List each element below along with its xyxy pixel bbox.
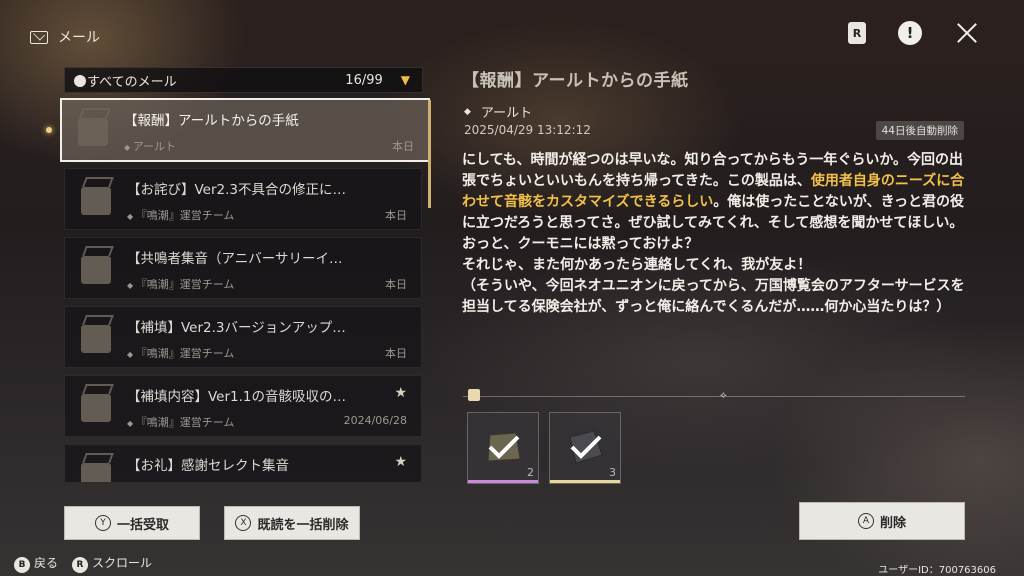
chevron-down-icon: ▼ [400, 73, 410, 87]
envelope-icon [81, 256, 111, 284]
star-icon: ★ [394, 385, 407, 401]
back-hint[interactable]: B 戻る [14, 554, 58, 573]
mail-subject: 【補填内容】Ver1.1の音骸吸収の… [127, 389, 347, 405]
mail-date: 本日 [392, 140, 414, 153]
mail-subject: 【お礼】感謝セレクト集音 [127, 458, 289, 474]
mail-item[interactable]: 【補填内容】Ver1.1の音骸吸収の… ★ 『鳴潮』運営チーム 2024/06/… [64, 375, 422, 437]
r-key-icon: R [72, 557, 89, 573]
mail-sender: 『鳴潮』運営チーム [127, 414, 235, 430]
delete-read-label: 既読を一括削除 [257, 517, 349, 533]
back-label: 戻る [34, 556, 59, 570]
mail-detail-title: 【報酬】アールトからの手紙 [462, 71, 689, 91]
mail-body: にしても、時間が経つのは早いな。知り合ってからもう一年ぐらいか。今回の出張でちょ… [462, 150, 966, 318]
scroll-hint: R スクロール [72, 554, 152, 573]
auto-delete-badge: 44日後自動削除 [875, 121, 964, 140]
delete-button[interactable]: A 削除 [799, 502, 965, 540]
mail-date: 2024/06/28 [343, 414, 407, 427]
star-icon: ★ [394, 454, 407, 470]
mail-filter-dropdown[interactable]: すべてのメール 16/99 ▼ [64, 67, 423, 93]
rarity-bar [468, 480, 538, 483]
mail-count: 16/99 [345, 72, 383, 88]
rarity-bar [550, 480, 620, 483]
attachment-quantity: 2 [527, 466, 534, 479]
delete-label: 削除 [879, 515, 906, 531]
envelope-icon [81, 463, 111, 482]
mail-list: 【報酬】アールトからの手紙 アールト 本日 【お詫び】Ver2.3不具合の修正に… [60, 98, 431, 482]
attachment-quantity: 3 [609, 466, 616, 479]
mail-timestamp: 2025/04/29 13:12:12 [464, 123, 591, 137]
echo-item-icon [569, 430, 603, 464]
mail-sender: アールト [124, 138, 176, 154]
claim-all-label: 一括受取 [116, 517, 169, 533]
mail-item[interactable]: 【共鳴者集音（アニバーサリーイ… 『鳴潮』運営チーム 本日 [64, 237, 422, 299]
attachment-divider [463, 396, 965, 397]
delete-read-button[interactable]: X 既読を一括削除 [224, 506, 360, 540]
scroll-label: スクロール [92, 556, 153, 570]
envelope-icon [81, 325, 111, 353]
filter-icon [74, 75, 86, 87]
top-icons: R ! [848, 20, 980, 46]
filter-label: すべてのメール [87, 74, 177, 90]
mail-item[interactable]: 【報酬】アールトからの手紙 アールト 本日 [60, 98, 430, 162]
mail-sender: 『鳴潮』運営チーム [127, 345, 235, 361]
attachment-item[interactable]: 3 [549, 412, 621, 484]
r-button-icon[interactable]: R [848, 22, 866, 44]
sender-name: アールト [480, 106, 533, 121]
divider-ornament-icon: ⟡ [720, 390, 727, 401]
close-icon[interactable] [954, 20, 980, 46]
mail-item[interactable]: 【お詫び】Ver2.3不具合の修正に… 『鳴潮』運営チーム 本日 [64, 168, 422, 230]
mail-body-text: （そういや、今回ネオユニオンに戻ってから、万国博覧会のアフターサービスを担当して… [462, 278, 965, 315]
envelope-icon [81, 394, 111, 422]
mail-date: 本日 [385, 209, 407, 222]
mail-subject: 【補填】Ver2.3バージョンアップ… [127, 320, 346, 336]
mail-item[interactable]: 【お礼】感謝セレクト集音 ★ [64, 444, 422, 482]
list-scrollbar[interactable] [428, 100, 431, 208]
attachment-item[interactable]: 2 [467, 412, 539, 484]
mail-subject: 【報酬】アールトからの手紙 [124, 113, 299, 129]
mail-subject: 【共鳴者集音（アニバーサリーイ… [127, 251, 343, 267]
footer-hints: B 戻る R スクロール [14, 554, 152, 573]
echo-item-icon [487, 432, 521, 462]
mail-sender: 『鳴潮』運営チーム [127, 207, 235, 223]
mail-subject: 【お詫び】Ver2.3不具合の修正に… [127, 182, 347, 198]
mail-icon [30, 30, 48, 44]
a-key-icon: A [857, 513, 874, 529]
mail-sender: 『鳴潮』運営チーム [127, 276, 235, 292]
claim-all-button[interactable]: Y 一括受取 [64, 506, 200, 540]
attachment-icon [468, 389, 480, 401]
mail-item[interactable]: 【補填】Ver2.3バージョンアップ… 『鳴潮』運営チーム 本日 [64, 306, 422, 368]
mail-date: 本日 [385, 278, 407, 291]
page-title: メール [58, 30, 100, 46]
envelope-icon [78, 118, 108, 146]
mail-body-text: それじゃ、また何かあったら連絡してくれ、我が友よ！ [462, 257, 812, 273]
x-key-icon: X [235, 515, 252, 531]
envelope-icon [81, 187, 111, 215]
header: メール [30, 27, 100, 47]
sender-icon: ◆ [464, 106, 471, 117]
selection-indicator [46, 127, 52, 133]
alert-icon[interactable]: ! [898, 21, 922, 45]
mail-date: 本日 [385, 347, 407, 360]
b-key-icon: B [14, 557, 30, 573]
mail-detail-sender: ◆ アールト [464, 102, 532, 121]
user-id: ユーザーID：700763606 [878, 565, 996, 576]
y-key-icon: Y [94, 515, 111, 531]
